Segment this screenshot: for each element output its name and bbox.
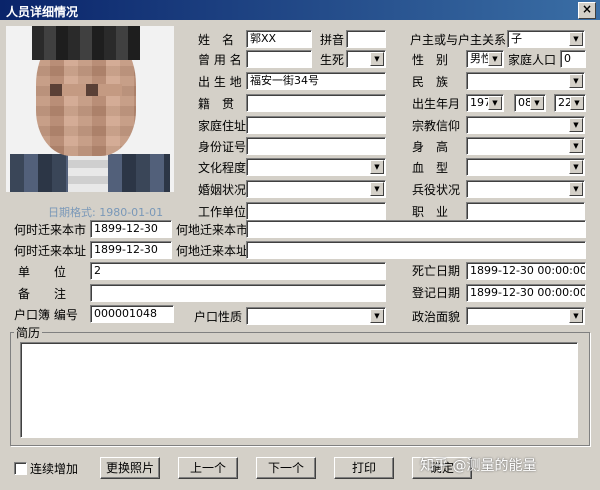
marital-label: 婚姻状况 [198,183,247,197]
moved-from-city-label: 何地迁来本市 [176,223,249,237]
native-place-input[interactable] [246,94,386,112]
relation-value: 子 [511,32,522,45]
moved-in-addr-date-label: 何时迁来本址 [14,244,87,258]
political-label: 政治面貌 [412,310,461,324]
chevron-down-icon[interactable]: ▼ [569,118,583,132]
name-input[interactable]: 郭XX [246,30,312,48]
prev-button[interactable]: 上一个 [178,457,238,479]
religion-select[interactable]: ▼ [466,116,585,134]
home-address-input[interactable] [246,116,386,134]
moved-in-city-date-input[interactable]: 1899-12-30 [90,220,172,238]
id-number-label: 身份证号 [198,140,247,154]
unit-input[interactable]: 2 [90,262,386,280]
chevron-down-icon[interactable]: ▼ [488,96,502,110]
chevron-down-icon[interactable]: ▼ [569,182,583,196]
gender-select[interactable]: 男性 ▼ [466,50,504,68]
workplace-label: 工作单位 [198,205,247,219]
chevron-down-icon[interactable]: ▼ [488,52,502,66]
occupation-input[interactable] [466,202,585,220]
workplace-input[interactable] [246,202,386,220]
resume-textarea[interactable] [20,342,578,438]
birthdate-label: 出生年月 [412,97,461,111]
register-date-input[interactable]: 1899-12-30 00:00:00 [466,284,586,302]
resume-label: 简历 [14,324,43,341]
change-photo-button[interactable]: 更换照片 [100,457,160,479]
household-count-label: 家庭人口 [508,53,557,67]
education-select[interactable]: ▼ [246,158,386,176]
chevron-down-icon[interactable]: ▼ [370,182,384,196]
chevron-down-icon[interactable]: ▼ [569,160,583,174]
print-button[interactable]: 打印 [334,457,394,479]
alias-input[interactable] [246,50,312,68]
moved-in-addr-date-input[interactable]: 1899-12-30 [90,241,172,259]
political-select[interactable]: ▼ [466,307,585,325]
person-photo [6,26,174,192]
military-label: 兵役状况 [412,183,461,197]
continuous-add-label: 连续增加 [30,462,79,476]
moved-in-city-date-label: 何时迁来本市 [14,223,87,237]
unit-label: 单 位 [18,265,67,279]
birthplace-input[interactable]: 福安一街34号 [246,72,386,90]
date-format-hint: 日期格式: 1980-01-01 [48,206,164,219]
blood-type-label: 血 型 [412,161,449,175]
military-select[interactable]: ▼ [466,180,585,198]
moved-from-addr-label: 何地迁来本址 [176,244,249,258]
remarks-input[interactable] [90,284,386,302]
chevron-down-icon[interactable]: ▼ [569,309,583,323]
hukou-type-select[interactable]: ▼ [246,307,386,325]
death-date-label: 死亡日期 [412,264,461,278]
pinyin-label: 拼音 [320,33,345,47]
ethnicity-label: 民 族 [412,75,449,89]
birth-month-select[interactable]: 08 ▼ [514,94,546,112]
chevron-down-icon[interactable]: ▼ [569,74,583,88]
alias-label: 曾 用 名 [198,53,242,67]
death-date-input[interactable]: 1899-12-30 00:00:00 [466,262,586,280]
continuous-add-checkbox[interactable] [14,462,27,475]
person-detail-window: 人员详细情况 × 日期格式: 1980-01-01 姓 名 郭XX 拼音 户主或… [0,0,600,490]
native-place-label: 籍 贯 [198,97,235,111]
alive-label: 生死 [320,53,345,67]
id-number-input[interactable] [246,137,386,155]
birth-year-select[interactable]: 1975 ▼ [466,94,504,112]
moved-from-addr-input[interactable] [246,241,586,259]
close-button[interactable]: × [578,2,596,19]
religion-label: 宗教信仰 [412,119,461,133]
home-address-label: 家庭住址 [198,119,247,133]
chevron-down-icon[interactable]: ▼ [370,309,384,323]
height-label: 身 高 [412,140,449,154]
chevron-down-icon[interactable]: ▼ [370,52,384,66]
birth-day-select[interactable]: 22 ▼ [554,94,586,112]
moved-from-city-input[interactable] [246,220,586,238]
relation-label: 户主或与户主关系 [410,33,507,47]
gender-label: 性 别 [412,53,449,67]
relation-select[interactable]: 子 ▼ [507,30,585,48]
chevron-down-icon[interactable]: ▼ [530,96,544,110]
marital-select[interactable]: ▼ [246,180,386,198]
chevron-down-icon[interactable]: ▼ [570,96,584,110]
household-count-input[interactable]: 0 [560,50,586,68]
blood-type-select[interactable]: ▼ [466,158,585,176]
hukou-type-label: 户口性质 [194,310,243,324]
birthplace-label: 出 生 地 [198,75,242,89]
ethnicity-select[interactable]: ▼ [466,72,585,90]
window-title: 人员详细情况 [6,5,79,19]
register-date-label: 登记日期 [412,286,461,300]
watermark: 知乎 @测量的能量 [420,458,537,474]
chevron-down-icon[interactable]: ▼ [569,32,583,46]
hukou-number-input[interactable]: 000001048 [90,305,174,323]
remarks-label: 备 注 [18,287,67,301]
name-label: 姓 名 [198,33,235,47]
hukou-number-label: 户口簿 编号 [14,308,78,322]
next-button[interactable]: 下一个 [256,457,316,479]
chevron-down-icon[interactable]: ▼ [370,160,384,174]
pinyin-input[interactable] [346,30,386,48]
occupation-label: 职 业 [412,205,449,219]
title-bar[interactable]: 人员详细情况 × [0,0,600,20]
chevron-down-icon[interactable]: ▼ [569,139,583,153]
alive-select[interactable]: ▼ [346,50,386,68]
height-select[interactable]: ▼ [466,137,585,155]
education-label: 文化程度 [198,161,247,175]
